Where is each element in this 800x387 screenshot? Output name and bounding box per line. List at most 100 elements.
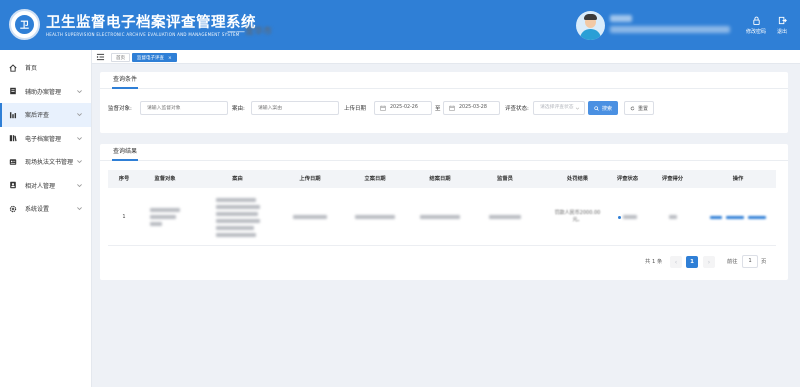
date-from-field[interactable]: 2025-02-26 (374, 101, 432, 115)
refresh-icon (630, 105, 635, 110)
action-link[interactable] (748, 215, 766, 219)
chevron-down-icon (575, 107, 580, 110)
cell-actions (700, 188, 776, 246)
cell-penalty: 罚款人民币2000.00元。 (554, 210, 601, 223)
search-button-label: 搜索 (601, 105, 612, 112)
lock-icon (752, 16, 760, 25)
change-password-button[interactable]: 修改密码 (743, 16, 769, 35)
cell-index: 1 (122, 214, 126, 220)
cell-close-date-redacted (415, 188, 465, 246)
cell-upload-date-redacted (285, 188, 335, 246)
sidebar-item-settings[interactable]: 系统设置 (0, 197, 91, 221)
date-to-value: 2025-03-28 (459, 105, 487, 110)
result-table: 序号 监督对象 案由 上传日期 立案日期 结案日期 监督员 处罚结果 评查状态 … (108, 170, 776, 246)
sidebar-item-label: 系统设置 (25, 206, 50, 214)
chart-icon (9, 111, 17, 118)
column-header: 监督对象 (154, 176, 176, 182)
target-input[interactable] (140, 101, 228, 115)
sidebar-item-post-review[interactable]: 案后评查 (0, 103, 91, 127)
gear-icon (9, 205, 17, 212)
action-link[interactable] (726, 215, 744, 219)
sidebar-item-label: 首页 (25, 65, 38, 73)
close-icon[interactable]: × (168, 56, 172, 61)
sidebar-item-label: 现场执法文书管理 (25, 159, 74, 167)
status-label: 评查状态: (505, 106, 529, 112)
next-page-button[interactable]: › (703, 256, 715, 268)
goto-page-input[interactable]: 1 (742, 255, 758, 268)
cell-score-redacted (645, 188, 700, 246)
menu-collapse-icon[interactable] (96, 53, 105, 61)
column-header: 案由 (232, 176, 243, 182)
document-icon (9, 158, 17, 165)
case-input[interactable] (251, 101, 339, 115)
archive-icon (9, 135, 17, 142)
column-header: 立案日期 (364, 176, 386, 182)
app-logo: 卫 (9, 9, 40, 40)
logout-button[interactable]: 退出 (772, 16, 792, 35)
column-header: 上传日期 (299, 176, 321, 182)
case-file-icon (10, 88, 16, 95)
chevron-down-icon (77, 113, 82, 117)
region-label: ——金华市 (227, 27, 273, 37)
prev-page-button[interactable]: ‹ (670, 256, 682, 268)
calendar-icon (380, 105, 386, 111)
page-unit-label: 页 (761, 259, 767, 265)
sidebar-item-label: 相对人管理 (25, 182, 56, 190)
change-password-label: 修改密码 (745, 29, 766, 35)
result-panel-title: 查询结果 (112, 144, 139, 161)
sidebar: 首页 辅助办案管理 案后评查 电子档案管理 现场执法文书管理 相对人管理 系统设… (0, 50, 92, 387)
chevron-down-icon (77, 160, 82, 164)
sidebar-item-case-assist[interactable]: 辅助办案管理 (0, 80, 91, 104)
tab-home[interactable]: 首页 (111, 53, 130, 62)
date-separator: 至 (435, 106, 441, 112)
sidebar-item-label: 电子档案管理 (25, 135, 62, 143)
logo-emblem: 卫 (13, 13, 36, 36)
calendar-icon (449, 105, 455, 111)
table-row[interactable]: 1 罚款人民币2000.00元。 (108, 188, 776, 246)
search-button[interactable]: 搜索 (588, 101, 618, 115)
sidebar-item-counterparty[interactable]: 相对人管理 (0, 174, 91, 198)
tab-bar: 首页 监督电子评查 × (92, 50, 800, 64)
cell-case-redacted (190, 188, 285, 246)
tab-current[interactable]: 监督电子评查 × (132, 53, 177, 62)
app-title: 卫生监督电子档案评查管理系统 (46, 15, 256, 31)
chevron-down-icon (77, 89, 82, 93)
chevron-down-icon (77, 207, 82, 211)
sidebar-item-archive[interactable]: 电子档案管理 (0, 127, 91, 151)
sidebar-item-home[interactable]: 首页 (0, 56, 91, 80)
query-panel-title: 查询条件 (112, 72, 139, 89)
action-link[interactable] (710, 215, 722, 219)
logout-label: 退出 (776, 29, 787, 35)
status-select[interactable]: 请选择评查状态 (533, 101, 585, 115)
reset-button[interactable]: 重置 (624, 101, 654, 115)
search-icon (594, 105, 599, 111)
cell-inspector-redacted (465, 188, 545, 246)
column-header: 评查状态 (616, 176, 639, 182)
sidebar-item-field-documents[interactable]: 现场执法文书管理 (0, 150, 91, 174)
date-to-field[interactable]: 2025-03-28 (443, 101, 500, 115)
status-placeholder: 请选择评查状态 (540, 105, 574, 110)
column-header: 监督员 (497, 176, 513, 182)
column-header: 评查得分 (661, 176, 684, 182)
upload-date-label: 上传日期 (344, 106, 367, 112)
goto-label: 前往 (727, 259, 738, 265)
sidebar-item-label: 辅助办案管理 (25, 88, 62, 96)
date-from-value: 2025-02-26 (390, 105, 418, 110)
page-1-button[interactable]: 1 (686, 256, 698, 268)
user-info-redacted (610, 26, 730, 33)
app-header: 卫 卫生监督电子档案评查管理系统 HEALTH SUPERVISION ELEC… (0, 0, 800, 50)
user-name-redacted (610, 15, 632, 22)
pagination-total: 共 1 条 (645, 259, 663, 265)
reset-button-label: 重置 (637, 105, 648, 112)
column-header: 操作 (732, 176, 744, 182)
user-avatar[interactable] (576, 11, 605, 40)
cell-review-status (610, 188, 645, 246)
case-label: 案由: (232, 106, 245, 112)
chevron-down-icon (77, 183, 82, 187)
chevron-down-icon (77, 136, 82, 140)
cell-filing-date-redacted (335, 188, 415, 246)
cell-target-redacted (140, 188, 190, 246)
column-header: 序号 (118, 176, 130, 182)
sidebar-item-label: 案后评查 (25, 112, 50, 120)
person-icon (10, 182, 16, 189)
